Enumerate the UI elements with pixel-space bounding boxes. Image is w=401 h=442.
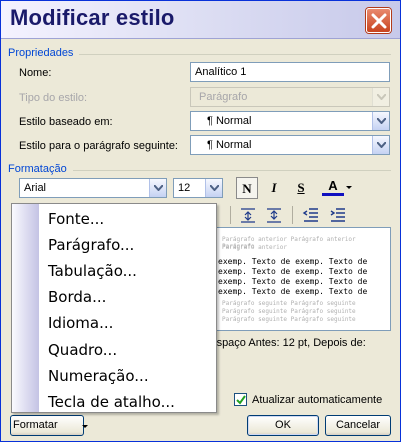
font-value: Arial xyxy=(24,182,47,194)
menu-item-paragraph[interactable]: Parágrafo... xyxy=(48,236,134,254)
menu-icon-strip xyxy=(12,204,39,412)
next-style-select[interactable]: ¶ Normal xyxy=(190,135,390,155)
name-label: Nome: xyxy=(19,67,52,79)
underline-button[interactable]: S xyxy=(290,177,312,199)
style-type-label: Tipo do estilo: xyxy=(19,92,88,104)
preview-next-paragraph: Parágrafo seguinte Parágrafo seguinte xyxy=(222,316,356,323)
menu-item-language[interactable]: Idioma... xyxy=(48,314,113,332)
preview-sample-line: exemp. Texto de exemp. Texto de xyxy=(218,267,368,276)
properties-group-label: Propriedades xyxy=(8,47,74,59)
auto-update-checkbox[interactable] xyxy=(234,393,247,406)
menu-item-tabs[interactable]: Tabulação... xyxy=(48,262,137,280)
chevron-down-icon[interactable] xyxy=(205,179,222,197)
increase-indent-icon[interactable] xyxy=(329,206,347,224)
ok-button[interactable]: OK xyxy=(247,415,319,436)
italic-button[interactable]: I xyxy=(263,177,285,199)
formatting-group-label: Formatação xyxy=(8,163,67,175)
preview-sample-line: exemp. Texto de exemp. Texto de xyxy=(218,257,368,266)
space-after-icon[interactable] xyxy=(265,206,283,224)
preview-next-paragraph: Parágrafo seguinte Parágrafo seguinte xyxy=(222,300,356,307)
font-size-value: 12 xyxy=(178,182,191,194)
close-button[interactable] xyxy=(366,8,391,33)
menu-item-font[interactable]: Fonte... xyxy=(48,210,104,228)
next-style-value: ¶ Normal xyxy=(207,139,252,151)
chevron-down-icon xyxy=(372,88,389,106)
font-size-select[interactable]: 12 xyxy=(173,178,223,198)
preview-next-paragraph: Parágrafo seguinte Parágrafo seguinte xyxy=(222,308,356,315)
menu-item-numbering[interactable]: Numeração... xyxy=(48,367,149,385)
cancel-button[interactable]: Cancelar xyxy=(325,415,391,436)
formatting-divider xyxy=(73,170,391,171)
format-menu: Fonte... Parágrafo... Tabulação... Borda… xyxy=(11,203,217,413)
checkmark-icon xyxy=(236,395,246,405)
format-button[interactable]: Formatar xyxy=(10,415,88,436)
preview-sample-line: exemp. Texto de exemp. Texto de xyxy=(218,277,368,286)
toolbar-separator xyxy=(230,206,231,224)
chevron-down-icon[interactable] xyxy=(149,179,166,197)
based-on-label: Estilo baseado em: xyxy=(19,116,113,128)
properties-divider xyxy=(79,54,391,55)
format-button-label: Formatar xyxy=(13,419,58,431)
style-type-value: Parágrafo xyxy=(199,91,248,103)
menu-item-shortcut-key[interactable]: Tecla de atalho... xyxy=(48,393,175,411)
style-type-select: Parágrafo xyxy=(190,87,390,107)
dialog-title: Modificar estilo xyxy=(10,5,175,30)
auto-update-label: Atualizar automaticamente xyxy=(252,394,383,406)
menu-item-border[interactable]: Borda... xyxy=(48,288,106,306)
modify-style-dialog: Modificar estilo Propriedades Nome: Anal… xyxy=(0,0,401,442)
chevron-down-icon xyxy=(82,425,88,428)
next-style-label: Estilo para o parágrafo seguinte: xyxy=(19,140,178,152)
menu-item-frame[interactable]: Quadro... xyxy=(48,341,117,359)
font-select[interactable]: Arial xyxy=(19,178,167,198)
name-field[interactable]: Analítico 1 xyxy=(190,62,390,82)
based-on-select[interactable]: ¶ Normal xyxy=(190,111,390,131)
style-description: o, Espaço Antes: 12 pt, Depois de: xyxy=(197,337,366,349)
decrease-indent-icon[interactable] xyxy=(302,206,320,224)
preview-previous-paragraph: Parágrafo anterior xyxy=(222,244,288,251)
based-on-value: ¶ Normal xyxy=(207,115,252,127)
bold-button[interactable]: N xyxy=(236,177,258,199)
space-before-icon[interactable] xyxy=(239,206,257,224)
title-bar[interactable]: Modificar estilo xyxy=(1,1,400,39)
chevron-down-icon[interactable] xyxy=(372,112,389,130)
chevron-down-icon[interactable] xyxy=(372,136,389,154)
font-color-button[interactable]: A xyxy=(322,176,344,196)
preview-sample-line: exemp. Texto de exemp. Texto de xyxy=(218,287,368,296)
close-icon xyxy=(371,13,387,29)
font-color-dropdown-icon[interactable] xyxy=(346,186,352,190)
toolbar-separator xyxy=(292,206,293,224)
